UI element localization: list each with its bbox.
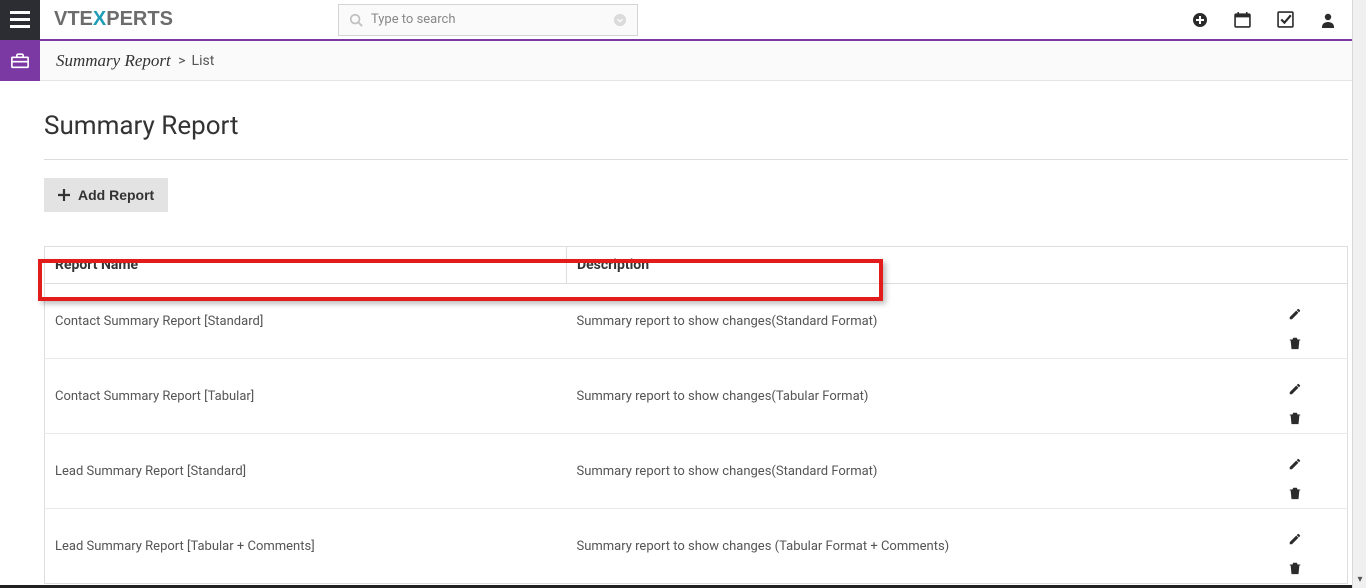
calendar-icon[interactable]: [1234, 11, 1251, 28]
vertical-scrollbar[interactable]: ▾: [1352, 0, 1366, 588]
delete-icon[interactable]: [1288, 411, 1338, 425]
search-wrap: Type to search: [338, 4, 638, 36]
topbar-actions: [1192, 11, 1366, 28]
check-icon[interactable]: [1277, 11, 1294, 28]
edit-icon[interactable]: [1288, 532, 1338, 546]
add-icon[interactable]: [1192, 12, 1208, 28]
breadcrumb-module[interactable]: Summary Report: [56, 51, 171, 71]
sub-bar: Summary Report > List: [0, 41, 1366, 81]
top-bar: VTEXPERTS Type to search: [0, 0, 1366, 41]
cell-actions: [1278, 434, 1348, 509]
cell-actions: [1278, 284, 1348, 359]
logo-text-x: X: [93, 8, 106, 30]
search-icon: [349, 13, 363, 27]
edit-icon[interactable]: [1288, 382, 1338, 396]
briefcase-icon: [10, 51, 30, 71]
delete-icon[interactable]: [1288, 561, 1338, 575]
logo-text-post: PERTS: [106, 8, 173, 30]
delete-icon[interactable]: [1288, 486, 1338, 500]
col-header-description[interactable]: Description: [567, 247, 1348, 284]
plus-icon: [58, 189, 70, 201]
edit-icon[interactable]: [1288, 307, 1338, 321]
main-content: Summary Report Add Report Report Name De…: [0, 81, 1366, 584]
global-search[interactable]: Type to search: [338, 4, 638, 36]
edit-icon[interactable]: [1288, 457, 1338, 471]
logo-text-pre: VTE: [54, 8, 93, 30]
search-placeholder: Type to search: [371, 12, 613, 27]
page-title: Summary Report: [44, 111, 1348, 141]
user-icon[interactable]: [1320, 12, 1336, 28]
title-divider: [44, 159, 1348, 160]
chevron-down-icon[interactable]: [613, 13, 627, 27]
app-logo: VTEXPERTS: [54, 8, 173, 31]
cell-description: Summary report to show changes(Standard …: [567, 284, 1278, 359]
cell-report-name: Contact Summary Report [Tabular]: [45, 359, 567, 434]
cell-description: Summary report to show changes (Tabular …: [567, 509, 1278, 584]
scroll-down-arrow[interactable]: ▾: [1353, 572, 1366, 586]
module-tile[interactable]: [0, 41, 40, 81]
breadcrumb: Summary Report > List: [40, 41, 214, 80]
delete-icon[interactable]: [1288, 336, 1338, 350]
cell-report-name: Contact Summary Report [Standard]: [45, 284, 567, 359]
hamburger-icon: [10, 11, 30, 28]
table-row[interactable]: Contact Summary Report [Standard]Summary…: [45, 284, 1348, 359]
reports-table: Report Name Description Contact Summary …: [44, 246, 1348, 584]
menu-toggle[interactable]: [0, 0, 40, 40]
table-row[interactable]: Lead Summary Report [Standard]Summary re…: [45, 434, 1348, 509]
add-report-button[interactable]: Add Report: [44, 178, 168, 212]
cell-report-name: Lead Summary Report [Tabular + Comments]: [45, 509, 567, 584]
cell-report-name: Lead Summary Report [Standard]: [45, 434, 567, 509]
table-row[interactable]: Lead Summary Report [Tabular + Comments]…: [45, 509, 1348, 584]
breadcrumb-separator: >: [175, 53, 186, 69]
cell-description: Summary report to show changes(Standard …: [567, 434, 1278, 509]
cell-actions: [1278, 359, 1348, 434]
col-header-name[interactable]: Report Name: [45, 247, 567, 284]
table-row[interactable]: Contact Summary Report [Tabular]Summary …: [45, 359, 1348, 434]
add-report-label: Add Report: [78, 187, 154, 203]
breadcrumb-current: List: [192, 53, 215, 69]
cell-actions: [1278, 509, 1348, 584]
cell-description: Summary report to show changes(Tabular F…: [567, 359, 1278, 434]
